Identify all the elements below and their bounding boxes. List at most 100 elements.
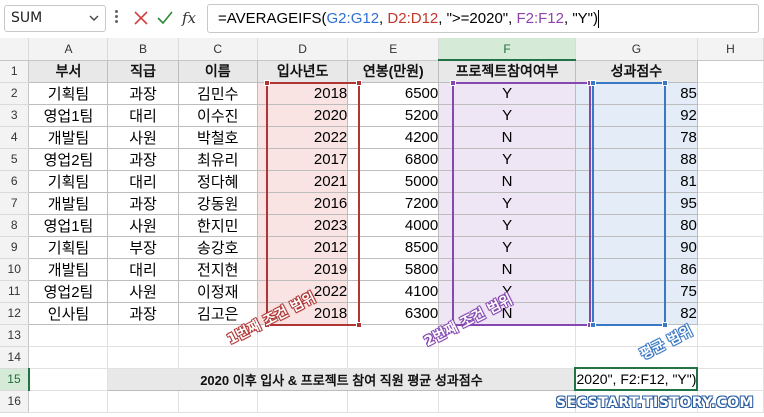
cancel-icon[interactable] [130, 6, 152, 30]
header-cell-hire-year[interactable]: 입사년도 [256, 59, 349, 83]
header-cell-project[interactable]: 프로젝트참여여부 [438, 59, 576, 83]
cell-rank[interactable]: 사원 [107, 279, 179, 303]
cell-project[interactable]: N [438, 125, 576, 149]
cell-score[interactable]: 90 [574, 235, 698, 259]
cell-dept[interactable]: 개발팀 [28, 257, 109, 281]
cell-rank[interactable]: 과장 [107, 301, 179, 325]
empty-cell[interactable] [438, 390, 576, 413]
row-header-12[interactable]: 12 [0, 302, 30, 325]
empty-cell[interactable] [347, 346, 440, 369]
cell-salary[interactable]: 5000 [347, 169, 440, 193]
cell-name[interactable]: 송강호 [177, 235, 258, 259]
enter-check-icon[interactable] [154, 6, 176, 30]
cell-score[interactable]: 78 [574, 125, 698, 149]
empty-cell[interactable] [697, 60, 764, 83]
empty-cell[interactable] [697, 346, 764, 369]
cell-rank[interactable]: 대리 [107, 169, 179, 193]
cell-rank[interactable]: 사원 [107, 213, 179, 237]
chevron-down-icon[interactable] [88, 6, 100, 40]
empty-cell[interactable] [697, 280, 764, 303]
cell-hire-year[interactable]: 2012 [256, 235, 349, 259]
empty-cell[interactable] [697, 324, 764, 347]
cell-rank[interactable]: 대리 [107, 257, 179, 281]
cell-score[interactable]: 80 [574, 213, 698, 237]
cell-dept[interactable]: 기획팀 [28, 81, 109, 105]
cell-project[interactable]: Y [438, 235, 576, 259]
empty-cell[interactable] [28, 368, 109, 391]
select-all-corner[interactable] [0, 38, 30, 61]
cell-salary[interactable]: 5200 [347, 103, 440, 127]
row-header-9[interactable]: 9 [0, 236, 30, 259]
row-header-15[interactable]: 15 [0, 368, 30, 391]
cell-hire-year[interactable]: 2020 [256, 103, 349, 127]
active-cell-f15[interactable]: 2020", F2:F12, "Y") [574, 367, 699, 391]
cell-project[interactable]: Y [438, 213, 576, 237]
cell-score[interactable]: 82 [574, 301, 698, 325]
header-cell-rank[interactable]: 직급 [107, 59, 179, 83]
row-header-11[interactable]: 11 [0, 280, 30, 303]
column-header-c[interactable]: C [178, 38, 258, 61]
cell-name[interactable]: 김민수 [177, 81, 258, 105]
cell-salary[interactable]: 6800 [347, 147, 440, 171]
row-header-14[interactable]: 14 [0, 346, 30, 369]
cell-hire-year[interactable]: 2019 [256, 257, 349, 281]
empty-cell[interactable] [697, 368, 764, 391]
cell-name[interactable]: 박철호 [177, 125, 258, 149]
empty-cell[interactable] [697, 192, 764, 215]
cell-rank[interactable]: 사원 [107, 125, 179, 149]
cell-name[interactable]: 최유리 [177, 147, 258, 171]
empty-cell[interactable] [697, 148, 764, 171]
cell-salary[interactable]: 8500 [347, 235, 440, 259]
cell-hire-year[interactable]: 2022 [256, 125, 349, 149]
cell-rank[interactable]: 과장 [107, 147, 179, 171]
column-header-d[interactable]: D [257, 38, 349, 61]
row-header-7[interactable]: 7 [0, 192, 30, 215]
cell-score[interactable]: 81 [574, 169, 698, 193]
header-cell-name[interactable]: 이름 [177, 59, 258, 83]
row-header-1[interactable]: 1 [0, 60, 30, 83]
column-header-f[interactable]: F [438, 38, 576, 61]
empty-cell[interactable] [697, 104, 764, 127]
header-cell-salary[interactable]: 연봉(만원) [347, 59, 440, 83]
cell-score[interactable]: 86 [574, 257, 698, 281]
cell-name[interactable]: 정다혜 [177, 169, 258, 193]
cell-project[interactable]: Y [438, 191, 576, 215]
insert-function-button[interactable]: fx [178, 6, 200, 30]
cell-rank[interactable]: 과장 [107, 81, 179, 105]
cell-hire-year[interactable]: 2016 [256, 191, 349, 215]
row-header-3[interactable]: 3 [0, 104, 30, 127]
empty-cell[interactable] [257, 346, 349, 369]
empty-cell[interactable] [28, 390, 109, 413]
cell-hire-year[interactable]: 2018 [256, 81, 349, 105]
formula-input[interactable]: =AVERAGEIFS(G2:G12, D2:D12, ">=2020", F2… [207, 4, 759, 33]
cell-dept[interactable]: 기획팀 [28, 235, 109, 259]
empty-cell[interactable] [107, 324, 179, 347]
empty-cell[interactable] [697, 170, 764, 193]
empty-cell[interactable] [347, 390, 440, 413]
cell-name[interactable]: 이수진 [177, 103, 258, 127]
cell-salary[interactable]: 6500 [347, 81, 440, 105]
summary-label-cell[interactable]: 2020 이후 입사 & 프로젝트 참여 직원 평균 성과점수 [107, 367, 576, 391]
cell-score[interactable]: 88 [574, 147, 698, 171]
row-header-4[interactable]: 4 [0, 126, 30, 149]
cell-dept[interactable]: 영업1팀 [28, 103, 109, 127]
column-header-e[interactable]: E [347, 38, 440, 61]
empty-cell[interactable] [697, 126, 764, 149]
cell-name[interactable]: 이정재 [177, 279, 258, 303]
cell-hire-year[interactable]: 2021 [256, 169, 349, 193]
cell-project[interactable]: Y [438, 81, 576, 105]
empty-cell[interactable] [697, 82, 764, 105]
empty-cell[interactable] [28, 324, 109, 347]
empty-cell[interactable] [28, 346, 109, 369]
cell-salary[interactable]: 7200 [347, 191, 440, 215]
row-header-8[interactable]: 8 [0, 214, 30, 237]
cell-dept[interactable]: 영업2팀 [28, 279, 109, 303]
name-box[interactable]: SUM [4, 5, 106, 32]
cell-score[interactable]: 85 [574, 81, 698, 105]
column-header-a[interactable]: A [28, 38, 109, 61]
cell-salary[interactable]: 4000 [347, 213, 440, 237]
empty-cell[interactable] [438, 346, 576, 369]
cell-rank[interactable]: 대리 [107, 103, 179, 127]
empty-cell[interactable] [107, 346, 179, 369]
cell-name[interactable]: 강동원 [177, 191, 258, 215]
